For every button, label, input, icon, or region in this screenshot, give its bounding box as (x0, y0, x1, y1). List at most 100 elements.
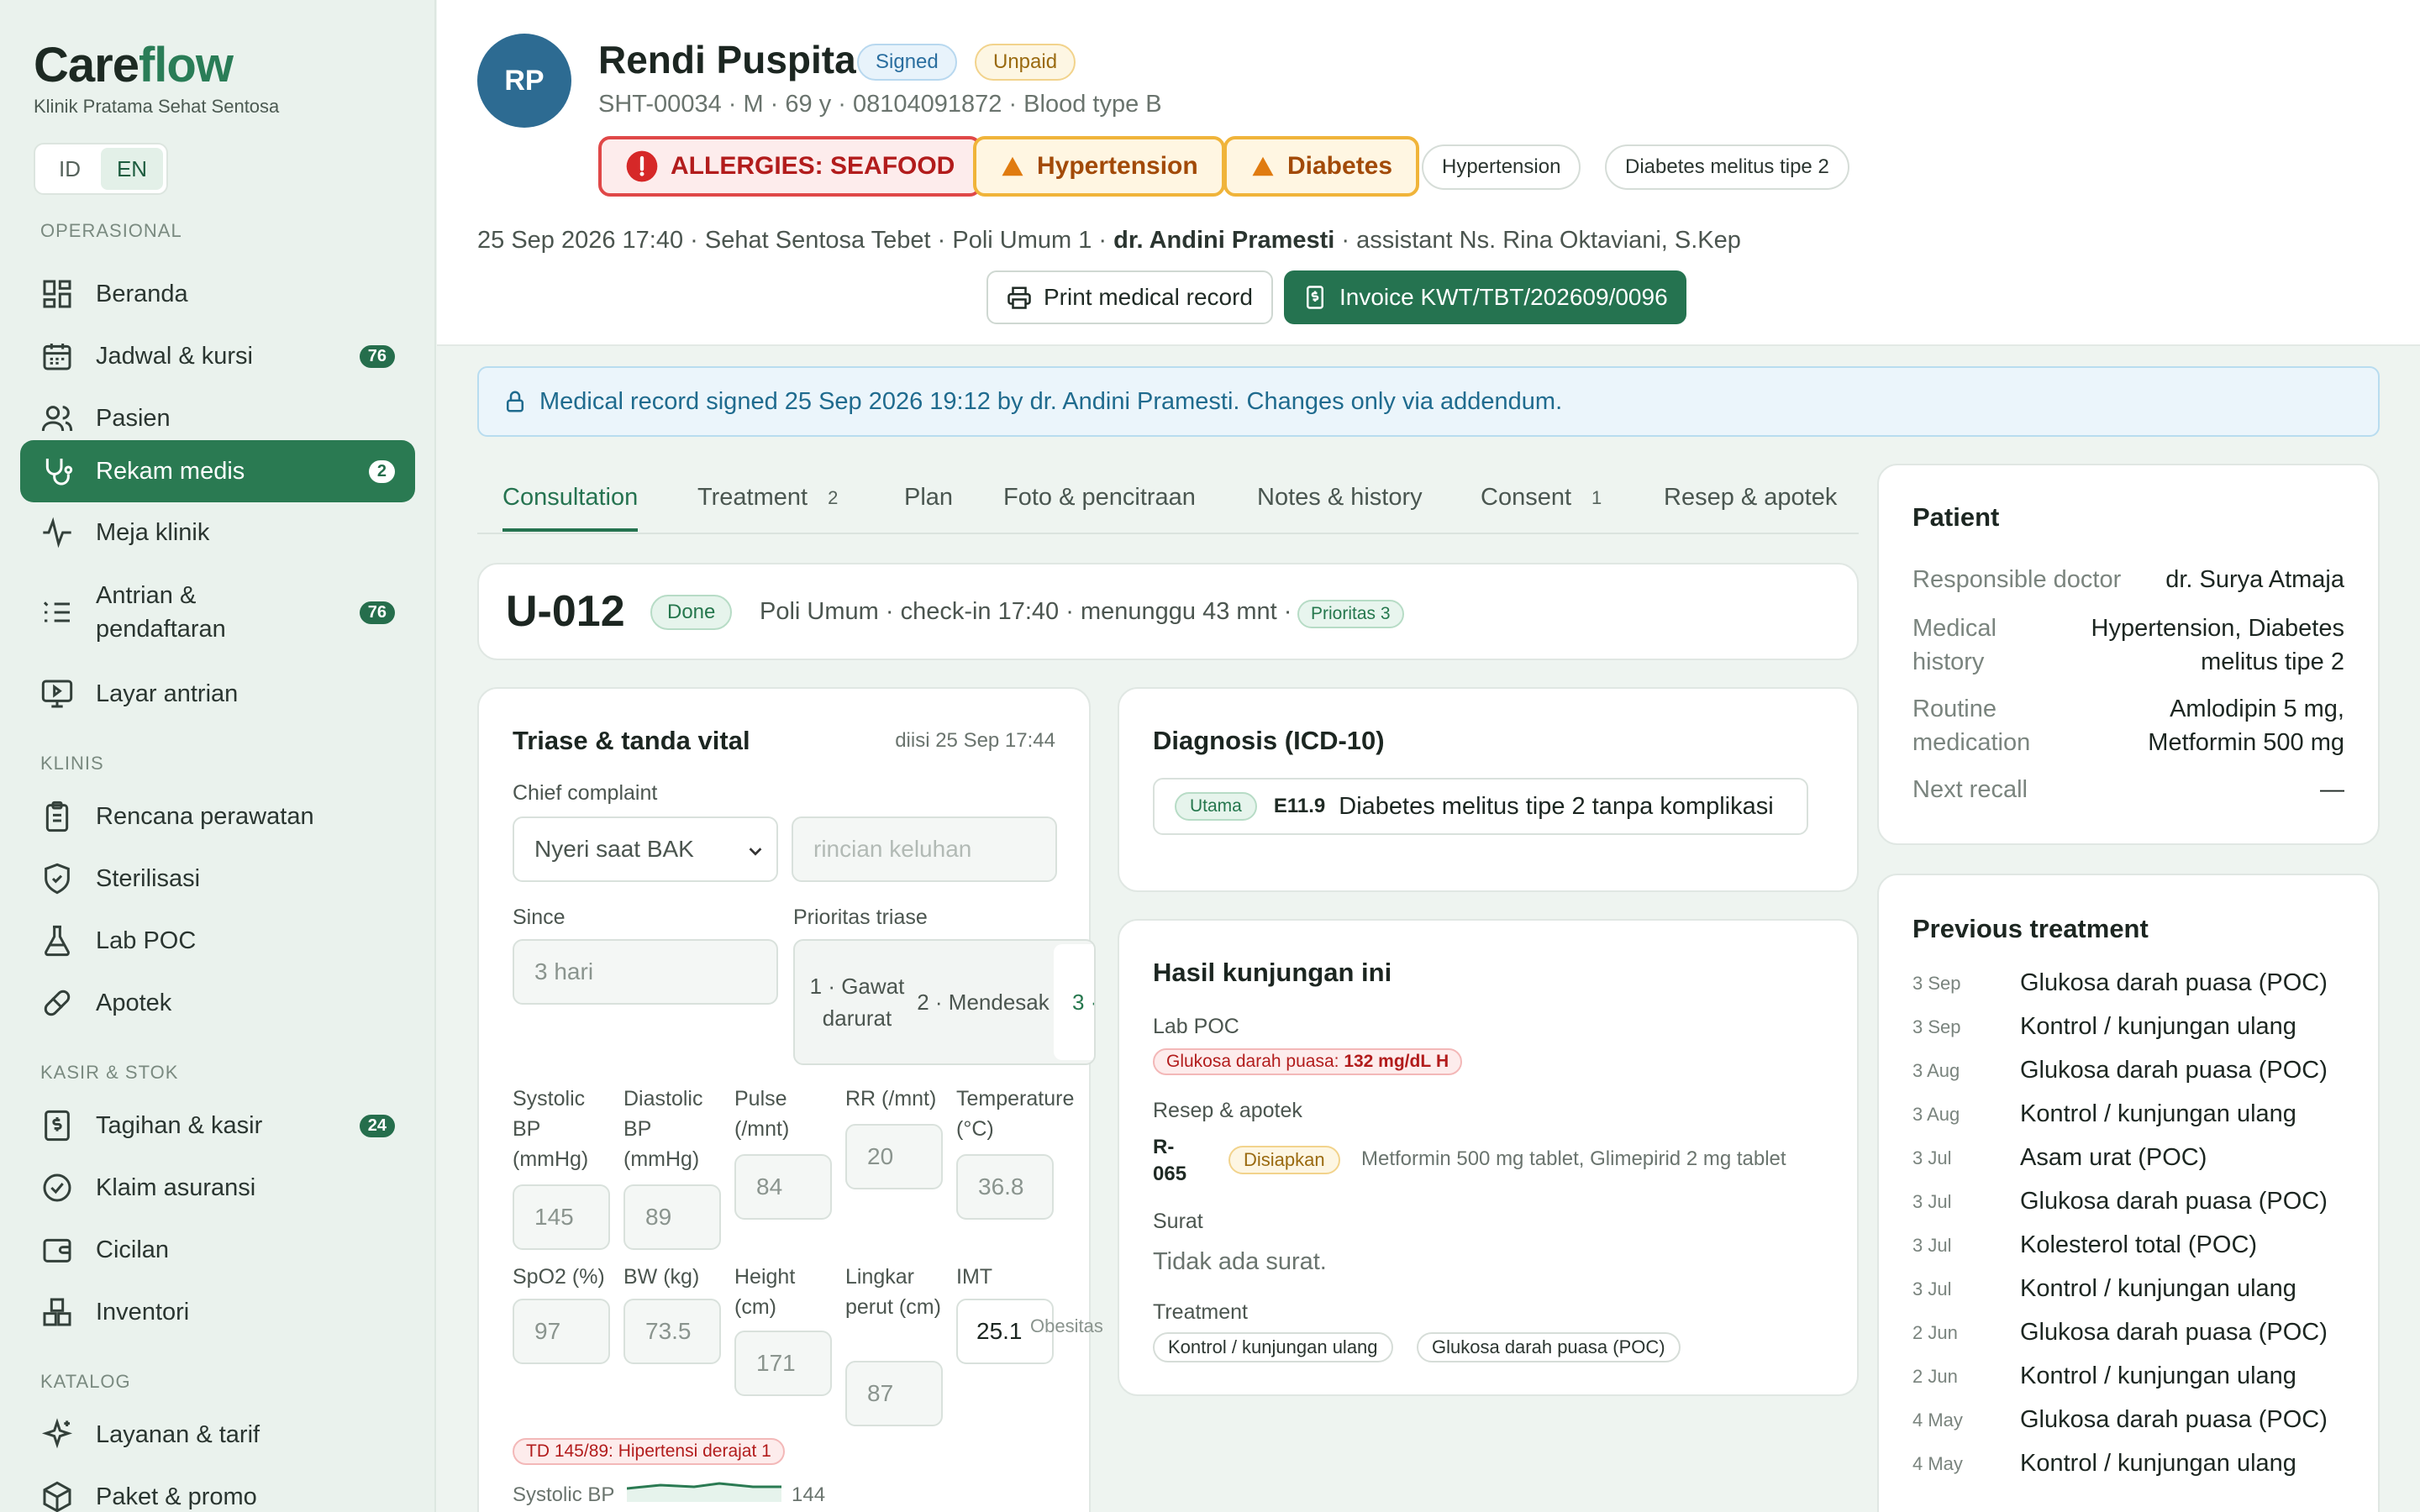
vital-label: BW (kg) (623, 1265, 700, 1289)
priority-option-3[interactable]: 3 · Biasa (1054, 944, 1094, 1060)
letter-value: Tidak ada surat. (1153, 1248, 1327, 1275)
previous-treatment-item[interactable]: Kontrol / kunjungan ulang (2020, 1100, 2296, 1128)
sidebar-item-rencana-perawatan[interactable]: Rencana perawatan (20, 790, 415, 843)
priority-option-1[interactable]: 1 · Gawat darurat (798, 941, 916, 1063)
previous-treatment-item[interactable]: Kontrol / kunjungan ulang (2020, 1450, 2296, 1478)
sidebar-item-meja-klinik[interactable]: Meja klinik (20, 506, 415, 559)
language-switch: ID EN (34, 143, 168, 195)
previous-treatment-item[interactable]: Glukosa darah puasa (POC) (2020, 969, 2328, 997)
previous-treatment-item[interactable]: Glukosa darah puasa (POC) (2020, 1188, 2328, 1215)
weight-input[interactable]: 73.5 (623, 1299, 721, 1364)
chief-complaint-select[interactable]: Nyeri saat BAK (513, 816, 778, 882)
sidebar-item-paket[interactable]: Paket & promo (20, 1470, 415, 1512)
sidebar-item-inventori[interactable]: Inventori (20, 1285, 415, 1339)
sidebar-item-tagihan[interactable]: Tagihan & kasir 24 (20, 1099, 415, 1152)
temperature-input[interactable]: 36.8 (956, 1154, 1054, 1220)
tab-consent[interactable]: Consent 1 (1481, 484, 1602, 512)
sidebar-item-klaim[interactable]: Klaim asuransi (20, 1161, 415, 1215)
sidebar-item-cicilan[interactable]: Cicilan (20, 1223, 415, 1277)
sidebar-item-layar-antrian[interactable]: Layar antrian (20, 667, 415, 721)
sparkle-icon (40, 1418, 74, 1452)
diagnosis-title: Diagnosis (ICD-10) (1153, 726, 1385, 755)
previous-treatment-item[interactable]: Kolesterol total (POC) (2020, 1231, 2257, 1259)
lang-id-button[interactable]: ID (39, 148, 101, 190)
info-key: Next recall (1912, 776, 2028, 803)
waist-input[interactable]: 87 (845, 1361, 943, 1426)
print-record-button[interactable]: Print medical record (986, 270, 1273, 324)
warning-triangle-icon (1000, 154, 1025, 179)
tab-consultation[interactable]: Consultation (502, 484, 639, 532)
letter-label: Surat (1153, 1210, 1203, 1233)
pill-icon (40, 986, 74, 1020)
previous-treatment-date: 4 May (1912, 1410, 1963, 1431)
rr-input[interactable]: 20 (845, 1124, 943, 1189)
height-input[interactable]: 171 (734, 1331, 832, 1396)
previous-treatment-item[interactable]: Kontrol / kunjungan ulang (2020, 1275, 2296, 1303)
previous-treatment-title: Previous treatment (1912, 914, 2149, 943)
routine-medication: Amlodipin 5 mg, Metformin 500 mg (2148, 696, 2344, 756)
treatment-tag: Glukosa darah puasa (POC) (1417, 1332, 1681, 1362)
sidebar-item-apotek[interactable]: Apotek (20, 976, 415, 1030)
lab-result-tag: Glukosa darah puasa: 132 mg/dL H (1153, 1048, 1463, 1075)
sidebar-item-pasien[interactable]: Pasien (20, 391, 415, 445)
tab-plan[interactable]: Plan (904, 484, 953, 512)
previous-treatment-item[interactable]: Glukosa darah puasa (POC) (2020, 1319, 2328, 1347)
flask-icon (40, 924, 74, 958)
sidebar-item-sterilisasi[interactable]: Sterilisasi (20, 852, 415, 906)
tab-foto[interactable]: Foto & pencitraan (1003, 484, 1196, 512)
allergy-alert[interactable]: ALLERGIES: SEAFOOD (598, 136, 982, 197)
hypertension-alert[interactable]: Hypertension (973, 136, 1225, 197)
invoice-button[interactable]: Invoice KWT/TBT/202609/0096 (1284, 270, 1686, 324)
spo2-input[interactable]: 97 (513, 1299, 610, 1364)
complaint-detail-input[interactable]: rincian keluhan (792, 816, 1057, 882)
sidebar-item-layanan[interactable]: Layanan & tarif (20, 1408, 415, 1462)
lock-icon (502, 389, 539, 414)
visit-results-card: Hasil kunjungan ini Lab POC Glukosa dara… (1118, 919, 1859, 1396)
imt-category: Obesitas (1030, 1315, 1103, 1336)
brand-logo[interactable]: Careflow (34, 37, 234, 93)
chevron-down-icon (746, 842, 765, 860)
signed-banner: Medical record signed 25 Sep 2026 19:12 … (477, 366, 2380, 437)
patient-info-card: Patient Responsible doctor dr. Surya Atm… (1877, 464, 2380, 845)
pulse-input[interactable]: 84 (734, 1154, 832, 1220)
boxes-icon (40, 1295, 74, 1329)
tab-notes[interactable]: Notes & history (1257, 484, 1423, 512)
queue-icon (40, 596, 74, 629)
diabetes-alert[interactable]: Diabetes (1223, 136, 1420, 197)
tab-resep[interactable]: Resep & apotek (1664, 484, 1837, 512)
sidebar-item-jadwal[interactable]: Jadwal & kursi 76 (20, 329, 415, 383)
previous-treatment-item[interactable]: Glukosa darah puasa (POC) (2020, 1406, 2328, 1434)
systolic-input[interactable]: 145 (513, 1184, 610, 1250)
previous-treatment-date: 3 Jul (1912, 1147, 1952, 1168)
status-badge: Done (650, 595, 733, 630)
previous-treatment-item[interactable]: Kontrol / kunjungan ulang (2020, 1013, 2296, 1041)
sidebar-item-antrian[interactable]: Antrian & pendaftaran 76 (20, 576, 415, 648)
previous-treatment-date: 2 Jun (1912, 1366, 1958, 1387)
vital-label: Lingkar perut (cm) (845, 1265, 941, 1319)
sidebar-item-lab-poc[interactable]: Lab POC (20, 914, 415, 968)
previous-treatment-item[interactable]: Kontrol / kunjungan ulang (2020, 1362, 2296, 1390)
pulse-icon (40, 516, 74, 549)
priority-option-2[interactable]: 2 · Mendesak (916, 941, 1050, 1063)
previous-treatment-card: Previous treatment 3 Sep Glukosa darah pu… (1877, 874, 2380, 1512)
previous-treatment-date: 3 Jul (1912, 1278, 1952, 1299)
tab-treatment[interactable]: Treatment 2 (697, 484, 838, 512)
section-klinis: KLINIS (40, 753, 104, 774)
vital-label: Pulse (/mnt) (734, 1087, 790, 1141)
vital-label: Height (cm) (734, 1265, 796, 1319)
since-input[interactable]: 3 hari (513, 939, 778, 1005)
lang-en-button[interactable]: EN (101, 148, 163, 190)
sidebar-item-beranda[interactable]: Beranda (20, 267, 415, 321)
previous-treatment-date: 3 Jul (1912, 1235, 1952, 1256)
signed-badge: Signed (857, 44, 957, 81)
avatar: RP (477, 34, 571, 128)
rx-code: R-065 (1153, 1136, 1187, 1185)
sidebar-item-rekam-medis[interactable]: Rekam medis 2 (20, 440, 415, 502)
diastolic-input[interactable]: 89 (623, 1184, 721, 1250)
previous-treatment-item[interactable]: Asam urat (POC) (2020, 1144, 2207, 1172)
patient-name: Rendi Puspita (598, 38, 856, 81)
previous-treatment-item[interactable]: Glukosa darah puasa (POC) (2020, 1057, 2328, 1084)
diagnosis-row[interactable]: Utama E11.9 Diabetes melitus tipe 2 tanp… (1153, 778, 1808, 835)
trend-value: 144 (792, 1483, 826, 1506)
dashboard-icon (40, 277, 74, 311)
